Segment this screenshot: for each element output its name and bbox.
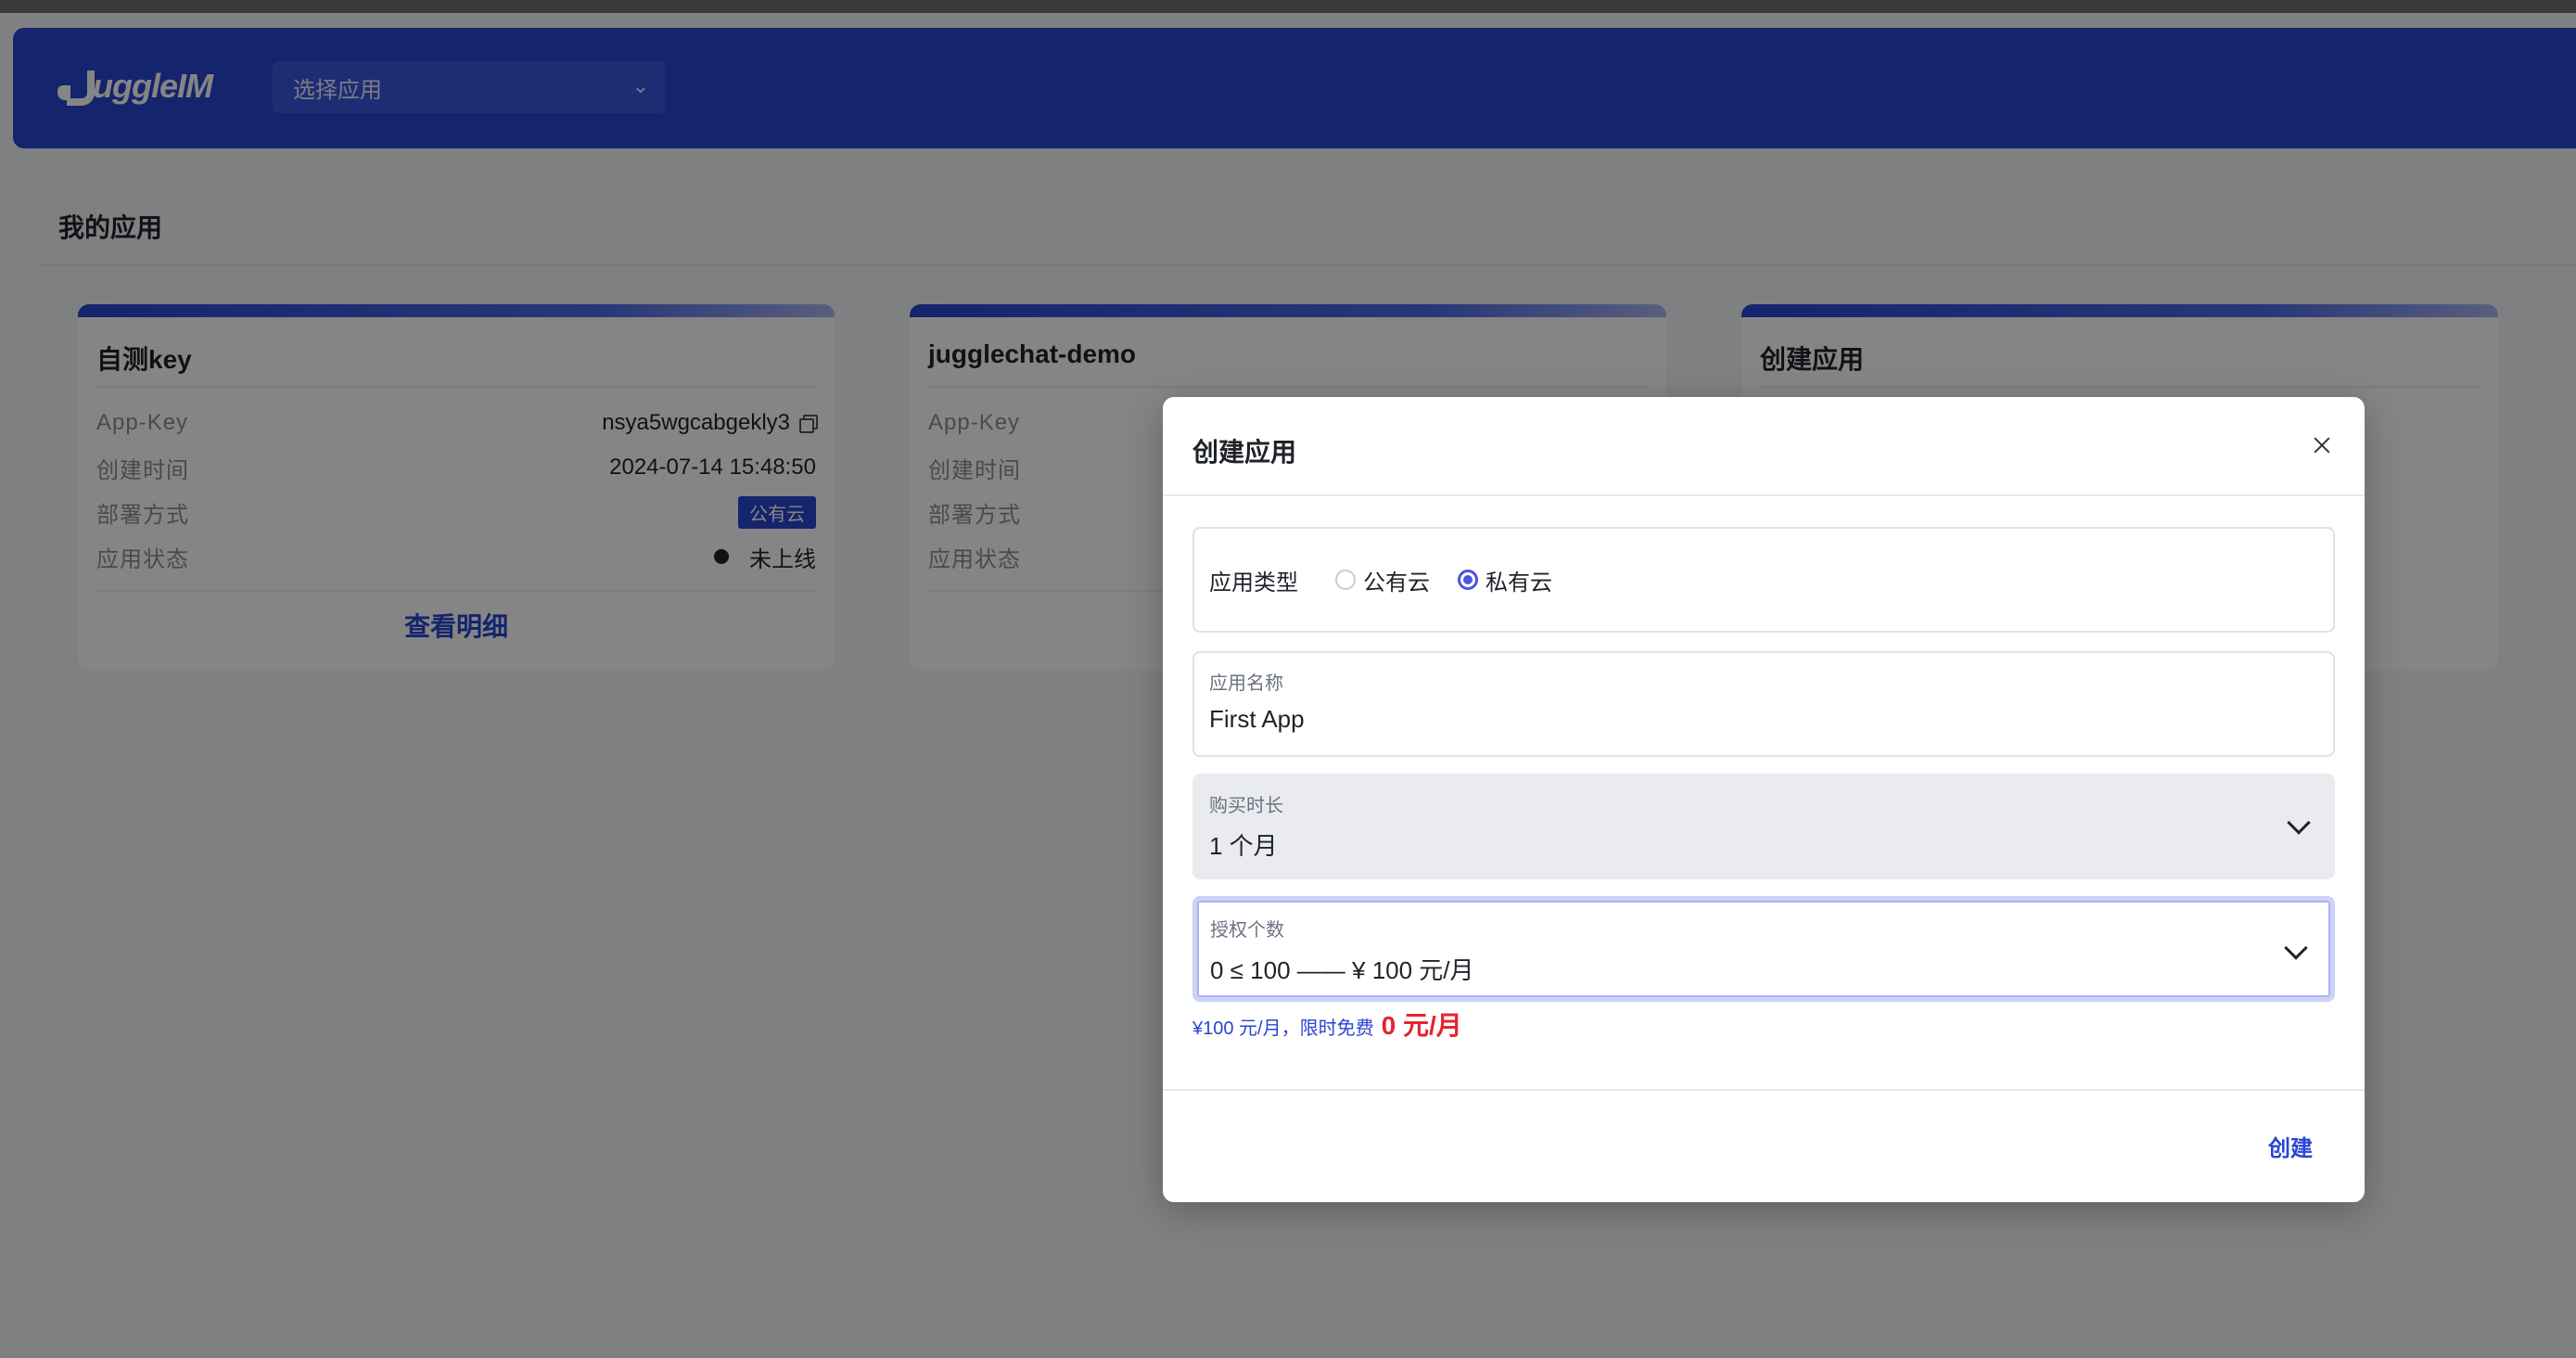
free-price: 0 元/月	[1381, 1011, 1462, 1040]
app-name-input[interactable]: 应用名称 First App	[1192, 651, 2335, 757]
duration-select[interactable]: 购买时长 1 个月	[1192, 774, 2335, 879]
price-note-text: ¥100 元/月，限时免费	[1192, 1018, 1374, 1039]
app-type-label: 应用类型	[1209, 570, 1298, 596]
chevron-down-icon	[2284, 936, 2308, 960]
chevron-down-icon	[2287, 811, 2311, 835]
radio-public-cloud[interactable]: 公有云	[1335, 564, 1430, 596]
radio-label: 私有云	[1486, 570, 1552, 596]
license-value: 0 ≤ 100 —— ¥ 100 元/月	[1210, 956, 1474, 984]
create-app-dialog: 创建应用 应用类型 公有云 私有云 应用名称 First App 购买时长 1 …	[1163, 397, 2365, 1202]
field-label: 授权个数	[1210, 920, 1284, 941]
field-label: 购买时长	[1209, 796, 1283, 816]
radio-circle-icon	[1335, 570, 1356, 590]
radio-label: 公有云	[1363, 570, 1430, 596]
app-type-field: 应用类型 公有云 私有云	[1192, 527, 2335, 633]
create-button[interactable]: 创建	[2268, 1130, 2313, 1162]
dialog-title: 创建应用	[1192, 438, 1297, 467]
duration-value: 1 个月	[1209, 832, 1278, 860]
radio-private-cloud[interactable]: 私有云	[1458, 564, 1552, 596]
field-label: 应用名称	[1209, 673, 1283, 694]
close-icon[interactable]	[2307, 430, 2337, 460]
price-note: ¥100 元/月，限时免费 0 元/月	[1192, 1006, 1462, 1043]
dialog-footer-divider	[1163, 1089, 2365, 1091]
license-count-select[interactable]: 授权个数 0 ≤ 100 —— ¥ 100 元/月	[1192, 896, 2335, 1002]
dialog-header: 创建应用	[1163, 397, 2365, 496]
radio-selected-icon	[1458, 570, 1478, 590]
app-name-value: First App	[1209, 705, 1305, 733]
